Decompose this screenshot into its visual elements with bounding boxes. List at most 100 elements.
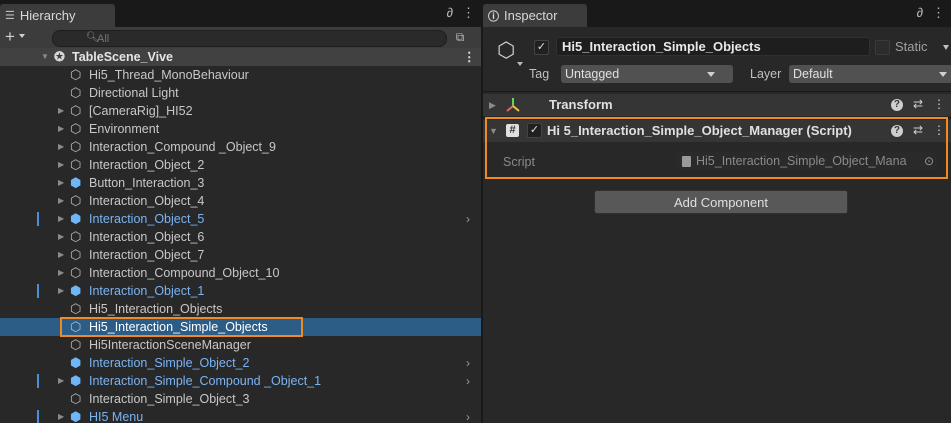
fold-arrow-icon[interactable]: ▶ bbox=[58, 210, 64, 228]
preset-icon[interactable]: ⇄ bbox=[913, 97, 923, 111]
hierarchy-row[interactable]: ⬡ Hi5_Interaction_Objects bbox=[0, 300, 481, 318]
add-icon[interactable]: + bbox=[5, 27, 15, 47]
fold-arrow-icon[interactable]: ▼ bbox=[41, 48, 49, 66]
prefab-override-marker bbox=[37, 284, 39, 298]
gameobject-icon: ⬡ bbox=[70, 157, 82, 172]
fold-arrow-icon[interactable]: ▶ bbox=[489, 100, 496, 111]
fold-arrow-icon[interactable]: ▶ bbox=[58, 156, 64, 174]
inspector-panel: ⓘ Inspector ∂ ⋮ ⬡ ✓ Hi5_Interaction_Simp… bbox=[483, 0, 951, 423]
icon-dropdown-caret-icon[interactable] bbox=[517, 62, 523, 66]
layer-value: Default bbox=[793, 67, 833, 81]
fold-arrow-icon[interactable]: ▶ bbox=[58, 264, 64, 282]
kebab-menu-icon[interactable]: ⋮ bbox=[932, 5, 945, 21]
fold-arrow-icon[interactable]: ▶ bbox=[58, 282, 64, 300]
prefab-icon: ⬢ bbox=[70, 373, 82, 388]
hierarchy-row[interactable]: ⬡ Hi5_Thread_MonoBehaviour bbox=[0, 66, 481, 84]
static-checkbox[interactable] bbox=[875, 40, 890, 55]
component-enabled-checkbox[interactable]: ✓ bbox=[527, 123, 542, 138]
script-component-header[interactable]: ▼ # ✓ Hi 5_Interaction_Simple_Object_Man… bbox=[483, 120, 951, 142]
static-label: Static bbox=[895, 39, 928, 54]
prefab-override-marker bbox=[37, 374, 39, 388]
transform-component-header[interactable]: ▶ Transform ? ⇄ ⋮ bbox=[483, 94, 951, 116]
chevron-down-icon[interactable] bbox=[19, 34, 25, 38]
help-icon[interactable]: ? bbox=[890, 99, 903, 111]
kebab-menu-icon[interactable]: ⋮ bbox=[462, 5, 475, 21]
fold-arrow-icon[interactable]: ▶ bbox=[58, 102, 64, 120]
hierarchy-row[interactable]: ▶ ⬢ Interaction_Simple_Compound _Object_1 › bbox=[0, 372, 481, 390]
hierarchy-row[interactable]: ⬡ Interaction_Simple_Object_3 bbox=[0, 390, 481, 408]
gameobject-icon: ⬡ bbox=[70, 85, 82, 100]
object-picker-icon[interactable]: ⊙ bbox=[924, 152, 934, 170]
search-input[interactable] bbox=[97, 31, 397, 46]
hierarchy-row[interactable]: ▶ ⬡ Interaction_Object_6 bbox=[0, 228, 481, 246]
kebab-menu-icon[interactable]: ⋮ bbox=[933, 97, 945, 111]
hierarchy-row[interactable]: ▶ ⬡ Interaction_Object_7 bbox=[0, 246, 481, 264]
gameobject-icon: ⬡ bbox=[70, 247, 82, 262]
chevron-right-icon[interactable]: › bbox=[466, 354, 470, 372]
selected-hierarchy-row[interactable]: ⬡ Hi5_Interaction_Simple_Objects bbox=[0, 318, 481, 336]
preset-icon[interactable]: ⇄ bbox=[913, 123, 923, 137]
scene-visibility-icon[interactable]: ⧉ bbox=[452, 29, 468, 45]
hierarchy-row[interactable]: ▶ ⬡ Interaction_Object_2 bbox=[0, 156, 481, 174]
hierarchy-row[interactable]: ▶ ⬢ Button_Interaction_3 bbox=[0, 174, 481, 192]
chevron-right-icon[interactable]: › bbox=[466, 210, 470, 228]
fold-arrow-icon[interactable]: ▶ bbox=[58, 174, 64, 192]
prefab-icon: ⬢ bbox=[70, 175, 82, 190]
tab-hierarchy[interactable]: ☰ Hierarchy bbox=[0, 4, 115, 27]
hierarchy-row[interactable]: ⬡ Directional Light bbox=[0, 84, 481, 102]
fold-arrow-icon[interactable]: ▶ bbox=[58, 192, 64, 210]
hierarchy-item-label: Interaction_Object_2 bbox=[89, 158, 205, 172]
hierarchy-row[interactable]: ▶ ⬢ HI5 Menu › bbox=[0, 408, 481, 423]
fold-arrow-icon[interactable]: ▶ bbox=[58, 120, 64, 138]
object-name-field[interactable]: Hi5_Interaction_Simple_Objects bbox=[556, 37, 870, 56]
gameobject-icon[interactable]: ⬡ bbox=[497, 38, 515, 63]
fold-arrow-icon[interactable]: ▶ bbox=[58, 228, 64, 246]
hierarchy-row[interactable]: ⬢ Interaction_Simple_Object_2 › bbox=[0, 354, 481, 372]
hierarchy-row[interactable]: ▶ ⬡ Interaction_Compound_Object_10 bbox=[0, 264, 481, 282]
tag-dropdown[interactable]: Untagged bbox=[561, 65, 733, 83]
gameobject-icon: ⬡ bbox=[70, 67, 82, 82]
kebab-menu-icon[interactable]: ⋮ bbox=[933, 123, 945, 137]
script-object-field[interactable]: Hi5_Interaction_Simple_Object_Mana ⊙ bbox=[676, 152, 937, 170]
help-icon[interactable]: ? bbox=[890, 125, 903, 137]
tab-inspector[interactable]: ⓘ Inspector bbox=[483, 4, 587, 27]
hierarchy-row[interactable]: ▶ ⬡ Interaction_Object_4 bbox=[0, 192, 481, 210]
lock-icon[interactable]: ∂ bbox=[447, 5, 453, 21]
prefab-icon: ⬢ bbox=[70, 283, 82, 298]
chevron-right-icon[interactable]: › bbox=[466, 408, 470, 423]
lock-icon[interactable]: ∂ bbox=[917, 5, 923, 21]
scene-kebab-icon[interactable]: ⋮ bbox=[463, 48, 476, 66]
hierarchy-row[interactable]: ▶ ⬡ Interaction_Compound _Object_9 bbox=[0, 138, 481, 156]
inspector-tab-tools: ∂ ⋮ bbox=[917, 5, 945, 21]
csharp-script-icon: # bbox=[506, 124, 519, 137]
fold-arrow-icon[interactable]: ▼ bbox=[489, 126, 498, 136]
static-dropdown-icon[interactable] bbox=[943, 45, 949, 50]
fold-arrow-icon[interactable]: ▶ bbox=[58, 372, 64, 390]
hierarchy-item-label: Button_Interaction_3 bbox=[89, 176, 205, 190]
hierarchy-tree: ▼ ✪ TableScene_Vive ⋮ ⬡ Hi5_Thread_MonoBe… bbox=[0, 48, 481, 423]
layer-dropdown[interactable]: Default bbox=[789, 65, 951, 83]
gameobject-icon: ⬡ bbox=[70, 391, 82, 406]
fold-arrow-icon[interactable]: ▶ bbox=[58, 246, 64, 264]
hierarchy-row[interactable]: ▶ ⬡ Environment bbox=[0, 120, 481, 138]
add-component-button[interactable]: Add Component bbox=[594, 190, 848, 214]
fold-arrow-icon[interactable]: ▶ bbox=[58, 408, 64, 423]
list-icon: ☰ bbox=[5, 10, 15, 22]
hierarchy-row[interactable]: ▶ ⬢ Interaction_Object_1 bbox=[0, 282, 481, 300]
prefab-override-marker bbox=[37, 410, 39, 423]
hierarchy-item-label: Interaction_Compound_Object_10 bbox=[89, 266, 280, 280]
transform-axis-icon bbox=[506, 98, 520, 112]
gameobject-icon: ⬡ bbox=[70, 121, 82, 136]
hierarchy-row[interactable]: ▶ ⬡ [CameraRig]_HI52 bbox=[0, 102, 481, 120]
scene-row[interactable]: ▼ ✪ TableScene_Vive ⋮ bbox=[0, 48, 481, 66]
hierarchy-search[interactable]: 🔍︎ bbox=[52, 30, 447, 47]
chevron-right-icon[interactable]: › bbox=[466, 372, 470, 390]
chevron-down-icon bbox=[939, 72, 947, 77]
info-icon: ⓘ bbox=[488, 10, 499, 23]
script-value: Hi5_Interaction_Simple_Object_Mana bbox=[696, 154, 907, 168]
fold-arrow-icon[interactable]: ▶ bbox=[58, 138, 64, 156]
separator bbox=[483, 91, 951, 92]
active-checkbox[interactable]: ✓ bbox=[534, 40, 549, 55]
hierarchy-row[interactable]: ▶ ⬢ Interaction_Object_5 › bbox=[0, 210, 481, 228]
hierarchy-row[interactable]: ⬡ Hi5InteractionSceneManager bbox=[0, 336, 481, 354]
